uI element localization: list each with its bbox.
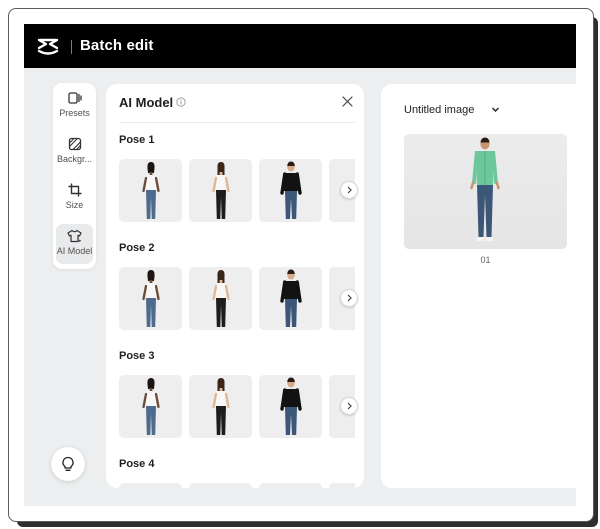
tool-rail: Presets Backgr... Size AI Model <box>53 83 96 269</box>
next-button[interactable] <box>340 397 358 415</box>
model-photo-green-shirt <box>470 137 500 241</box>
model-thumbnail[interactable] <box>259 375 322 438</box>
rail-item-ai-model[interactable]: AI Model <box>56 224 93 264</box>
capcut-logo-icon[interactable] <box>36 34 60 58</box>
title-divider <box>71 40 72 54</box>
pose-label: Pose 2 <box>119 242 155 254</box>
model-thumbnail[interactable] <box>119 267 182 330</box>
canvas-area: Untitled image 01 <box>381 84 576 488</box>
model-thumbnail[interactable] <box>189 267 252 330</box>
model-figure-tank-black-pants <box>211 161 230 219</box>
document-title[interactable]: Untitled image <box>404 104 474 116</box>
next-button[interactable] <box>340 181 358 199</box>
rail-label-size: Size <box>65 200 84 210</box>
chevron-right-icon <box>347 186 352 194</box>
model-figure-tank-black-pants <box>211 269 230 327</box>
presets-icon <box>67 92 82 104</box>
model-thumbnail[interactable] <box>119 159 182 222</box>
model-thumbnail[interactable] <box>189 159 252 222</box>
image-preview[interactable] <box>404 134 567 249</box>
model-thumbnail[interactable] <box>189 375 252 438</box>
rail-label-background: Backgr... <box>56 154 92 164</box>
app-window: Batch edit Presets Backgr... Size AI Mod… <box>8 8 594 522</box>
model-thumbnail[interactable] <box>259 483 322 488</box>
rail-label-presets: Presets <box>59 108 90 118</box>
model-thumbnail[interactable] <box>119 375 182 438</box>
model-figure-tank-jeans <box>141 269 160 327</box>
model-thumbnail[interactable] <box>189 483 252 488</box>
model-figure-tank-jeans <box>141 161 160 219</box>
pose-label: Pose 3 <box>119 350 155 362</box>
shirt-icon <box>67 229 82 243</box>
pose-label: Pose 4 <box>119 458 155 470</box>
background-icon <box>68 137 81 151</box>
info-icon[interactable] <box>176 97 186 107</box>
ai-model-panel: AI Model Pose 1 Pose 2 Pose 3 Pose 4 <box>106 84 364 488</box>
model-figure-tank-black-pants <box>211 377 230 435</box>
title-bar: Batch edit <box>24 24 576 68</box>
pose-thumbnails <box>119 267 355 330</box>
pose-thumbnails <box>119 375 355 438</box>
rail-item-presets[interactable]: Presets <box>56 86 93 126</box>
app-title: Batch edit <box>80 37 154 54</box>
model-figure-male-sweater <box>279 161 302 219</box>
workspace: Presets Backgr... Size AI Model AI Model… <box>24 68 576 506</box>
chevron-right-icon <box>347 402 352 410</box>
next-button[interactable] <box>340 289 358 307</box>
rail-label-ai-model: AI Model <box>56 246 93 256</box>
model-thumbnail[interactable] <box>259 267 322 330</box>
pose-label: Pose 1 <box>119 134 155 146</box>
rail-item-size[interactable]: Size <box>56 178 93 218</box>
model-thumbnail[interactable] <box>119 483 182 488</box>
chevron-right-icon <box>347 294 352 302</box>
rail-item-background[interactable]: Backgr... <box>56 132 93 172</box>
crop-icon <box>68 183 81 197</box>
model-figure-male-sweater <box>279 377 302 435</box>
pose-thumbnails <box>119 483 355 488</box>
model-thumbnail[interactable] <box>259 159 322 222</box>
image-caption: 01 <box>480 255 491 265</box>
tips-button[interactable] <box>51 447 85 481</box>
chevron-down-icon[interactable] <box>491 106 500 113</box>
model-figure-tank-jeans <box>141 377 160 435</box>
model-figure-male-sweater <box>279 269 302 327</box>
panel-divider <box>119 122 355 123</box>
lightbulb-icon <box>62 456 74 471</box>
panel-title: AI Model <box>119 95 174 110</box>
model-thumbnail[interactable] <box>329 483 355 488</box>
pose-thumbnails <box>119 159 355 222</box>
close-icon[interactable] <box>342 96 353 107</box>
